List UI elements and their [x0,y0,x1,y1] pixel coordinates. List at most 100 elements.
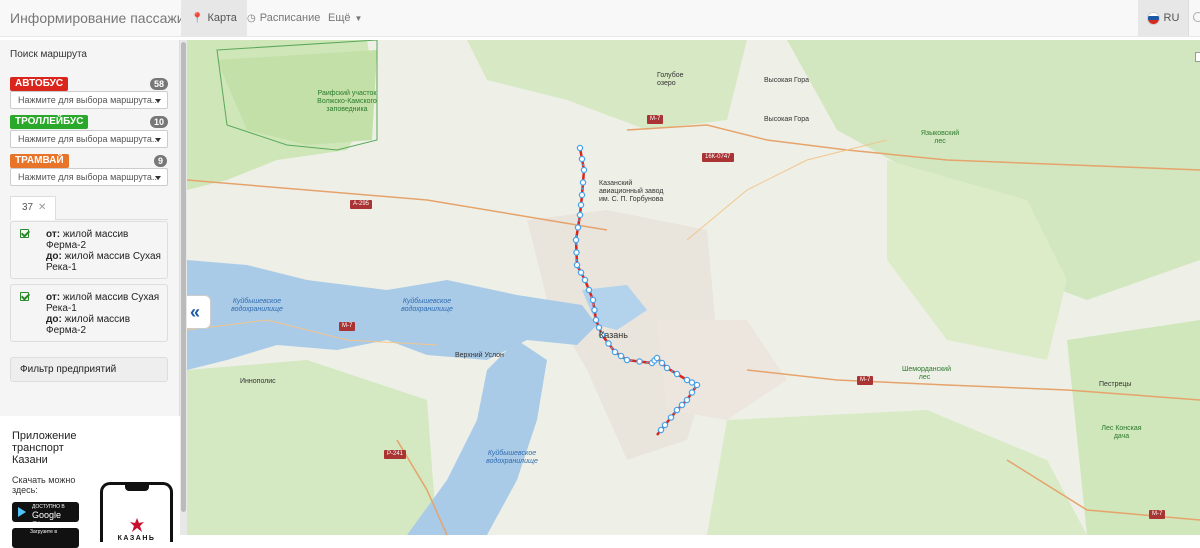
route-stop-marker[interactable] [589,296,597,304]
map-label-shemordan: Шеморданский лес [902,366,951,381]
route-stop-marker[interactable] [617,352,625,360]
route-stop-marker[interactable] [623,356,631,364]
promo-subtitle: Скачать можно здесь: [12,475,76,495]
direction-forward[interactable]: от: жилой массив Ферма-2 до: жилой масси… [10,221,168,279]
map-label-kazan: Казань [599,330,628,340]
google-play-label: Google Play [32,510,62,530]
route-stop-marker[interactable] [667,414,675,421]
tram-route-select[interactable]: Нажмите для выбора маршрута... [10,168,168,186]
app-promo: Приложение транспорт Казани Скачать можн… [0,416,180,548]
collapse-sidebar-button[interactable]: « [187,295,211,329]
water-label-3: Куйбышевское водохранилище [486,450,538,465]
caret-down-icon: ▼ [354,13,363,23]
scrollbar-thumb[interactable] [181,42,186,512]
language-selector[interactable]: RU [1138,0,1188,36]
route-stop-marker[interactable] [605,340,612,347]
route-stop-marker[interactable] [573,249,580,256]
from-label: от: [46,292,61,303]
road-shield-m7-3: М-7 [857,376,874,385]
map-label-golubye: Голубое озеро [657,72,684,87]
app-store-small: Загрузите в [30,529,57,535]
map-scroll-indicator[interactable] [1195,52,1200,62]
tram-route-placeholder: Нажмите для выбора маршрута... [18,172,160,182]
route-stop-marker[interactable] [576,144,584,152]
sidebar-scrollbar[interactable] [180,40,187,535]
map-label-vysokaya-gora-2: Высокая Гора [764,116,810,123]
route-stop-marker[interactable] [574,224,582,231]
water-label-2: Куйбышевское водохранилище [401,298,453,313]
map-view[interactable]: Раифский участок Волжско-Камского запове… [187,40,1200,535]
water-label-1: Куйбышевское водохранилище [231,298,283,313]
route-stop-marker[interactable] [572,236,580,244]
tab-map-label: Карта [207,12,237,24]
trolleybus-count: 10 [150,116,169,128]
route-stop-marker[interactable] [577,201,585,209]
route-stop-marker[interactable] [591,306,598,314]
from-stop: жилой массив Сухая Река-1 [46,292,160,314]
route-stop-marker[interactable] [611,348,619,356]
map-label-aircraft-plant: Казанский авиационный завод им. С. П. Го… [599,180,664,203]
route-stop-marker[interactable] [693,381,701,389]
checkbox-checked-icon[interactable] [20,292,29,301]
route-stop-marker[interactable] [663,364,671,372]
direction-backward[interactable]: от: жилой массив Сухая Река-1 до: жилой … [10,284,168,342]
route-stop-marker[interactable] [636,358,643,365]
route-stop-marker[interactable] [577,269,585,276]
route-stop-marker[interactable] [661,421,669,429]
google-play-icon [18,507,26,517]
close-icon[interactable]: ✕ [38,197,46,219]
bus-badge: АВТОБУС [10,77,69,91]
clock-icon: ◷ [247,12,256,24]
route-stop-marker[interactable] [579,179,587,186]
route-stop-marker[interactable] [673,406,681,414]
caret-down-icon [155,99,161,103]
route-tabs: 37 ✕ [10,196,168,220]
map-canvas[interactable] [187,40,1200,535]
sidebar: Поиск маршрута АВТОБУС 58 Нажмите для вы… [0,40,180,548]
route-stop-marker[interactable] [658,359,666,367]
route-stop-marker[interactable] [657,426,665,434]
to-label: до: [46,251,62,262]
route-stop-marker[interactable] [578,191,586,199]
route-stop-marker[interactable] [653,354,661,362]
map-label-innopolis: Иннополис [240,378,276,385]
tab-more[interactable]: Ещё ▼ [318,0,376,36]
from-label: от: [46,229,61,240]
route-stop-marker[interactable] [678,401,686,409]
route-stop-marker[interactable] [592,316,600,324]
checkbox-checked-icon[interactable] [20,229,29,238]
bus-route-select[interactable]: Нажмите для выбора маршрута... [10,91,168,109]
route-stop-marker[interactable] [688,379,696,386]
app-store-button[interactable]: Загрузите в [12,528,79,548]
route-stop-marker[interactable] [683,376,691,384]
road-shield-r241: Р-241 [384,450,407,459]
route-tab-label: 37 [22,202,34,213]
route-stop-marker[interactable] [576,211,584,219]
kazan-logo-icon [130,518,144,532]
trolleybus-route-select[interactable]: Нажмите для выбора маршрута... [10,130,168,148]
user-icon[interactable] [1193,12,1200,22]
route-stop-marker[interactable] [688,389,696,396]
route-stop-marker[interactable] [585,286,593,294]
route-stop-marker[interactable] [683,396,691,404]
brand-title[interactable]: Информирование пассажиров [10,10,208,26]
route-stop-marker[interactable] [581,276,589,284]
trolleybus-badge: ТРОЛЛЕЙБУС [10,115,89,129]
promo-title: Приложение транспорт Казани [12,430,77,466]
route-stop-marker[interactable] [673,370,681,378]
road-shield-m7-4: М-7 [1149,510,1166,519]
tab-more-label: Ещё [328,12,351,24]
filter-enterprises-button[interactable]: Фильтр предприятий [10,357,168,382]
route-stop-marker[interactable] [573,261,581,269]
map-label-verkhny-uslon: Верхний Услон [455,352,504,359]
tram-badge: ТРАМВАЙ [10,154,69,168]
route-stop-marker[interactable] [578,155,586,163]
tab-schedule[interactable]: ◷ Расписание [237,0,330,36]
road-shield-m7-1: М-7 [647,115,664,124]
caret-down-icon [155,176,161,180]
to-label: до: [46,314,62,325]
to-stop: жилой массив Сухая Река-1 [46,251,161,273]
route-stop-marker[interactable] [580,166,588,174]
tab-route-37[interactable]: 37 ✕ [10,196,56,220]
google-play-button[interactable]: ДОСТУПНО В Google Play [12,502,79,530]
